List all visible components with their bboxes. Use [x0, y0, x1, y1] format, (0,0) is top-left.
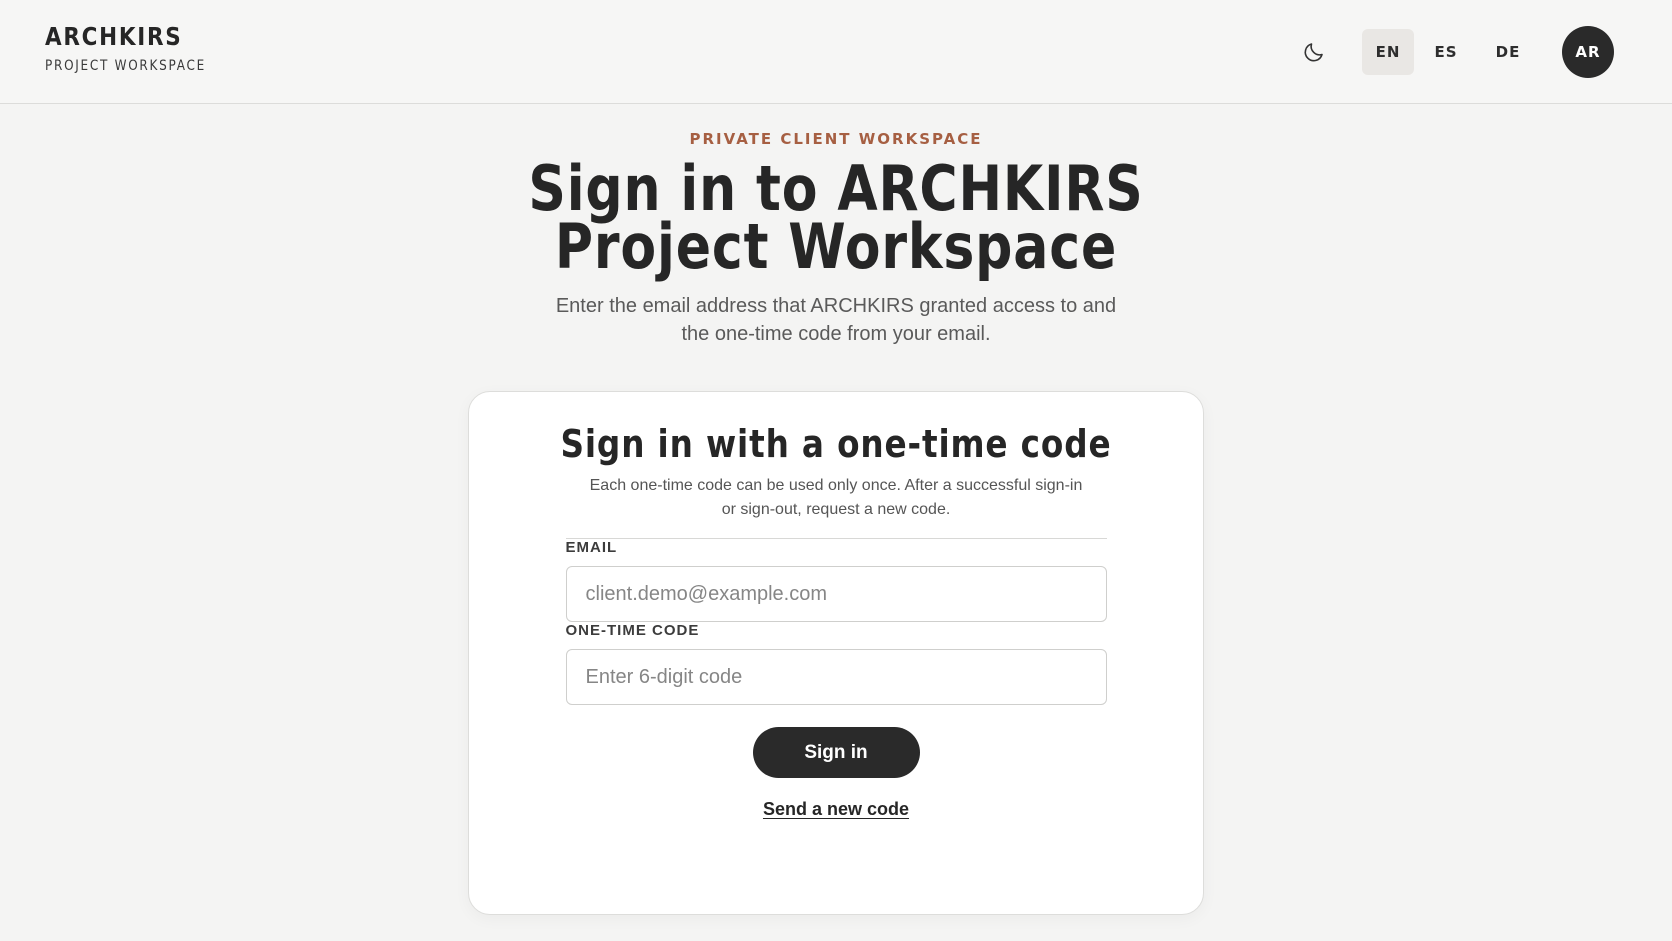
- intro-line-1: Enter the email address that ARCHKIRS gr…: [555, 295, 1117, 317]
- page-title: Sign in to ARCHKIRS Project Workspace: [134, 158, 1538, 278]
- brand[interactable]: ARCHKIRS PROJECT WORKSPACE: [45, 22, 232, 74]
- signin-button[interactable]: Sign in: [752, 727, 920, 778]
- page-title-line-2: Project Workspace: [554, 210, 1118, 283]
- code-field[interactable]: [565, 649, 1107, 705]
- hero: PRIVATE CLIENT WORKSPACE Sign in to ARCH…: [0, 130, 1672, 348]
- intro-line-2: the one-time code from your email.: [681, 323, 991, 345]
- moon-icon: [1304, 43, 1323, 62]
- theme-toggle-button[interactable]: [1296, 34, 1332, 70]
- language-de-button[interactable]: DE: [1482, 29, 1534, 75]
- code-label: ONE-TIME CODE: [565, 622, 700, 639]
- card-note-line-1: Each one-time code can be used only once…: [589, 477, 1083, 494]
- language-es-button[interactable]: ES: [1420, 29, 1472, 75]
- intro-text: Enter the email address that ARCHKIRS gr…: [541, 292, 1131, 348]
- card-note: Each one-time code can be used only once…: [566, 474, 1106, 522]
- signin-card: Sign in with a one-time code Each one-ti…: [468, 391, 1204, 915]
- send-new-code-link[interactable]: Send a new code: [763, 799, 909, 820]
- card-title: Sign in with a one-time code: [560, 422, 1112, 466]
- language-en-button[interactable]: EN: [1362, 29, 1414, 75]
- card-note-line-2: or sign-out, request a new code.: [721, 501, 951, 518]
- brand-subtitle: PROJECT WORKSPACE: [45, 58, 206, 74]
- eyebrow-label: PRIVATE CLIENT WORKSPACE: [689, 130, 983, 148]
- signin-form: EMAIL ONE-TIME CODE Sign in Send a new c…: [565, 539, 1107, 820]
- user-avatar[interactable]: AR: [1562, 26, 1614, 78]
- top-bar: ARCHKIRS PROJECT WORKSPACE EN ES DE AR: [0, 0, 1672, 104]
- email-label: EMAIL: [565, 539, 618, 556]
- email-field[interactable]: [565, 566, 1107, 622]
- brand-title: ARCHKIRS: [45, 22, 183, 51]
